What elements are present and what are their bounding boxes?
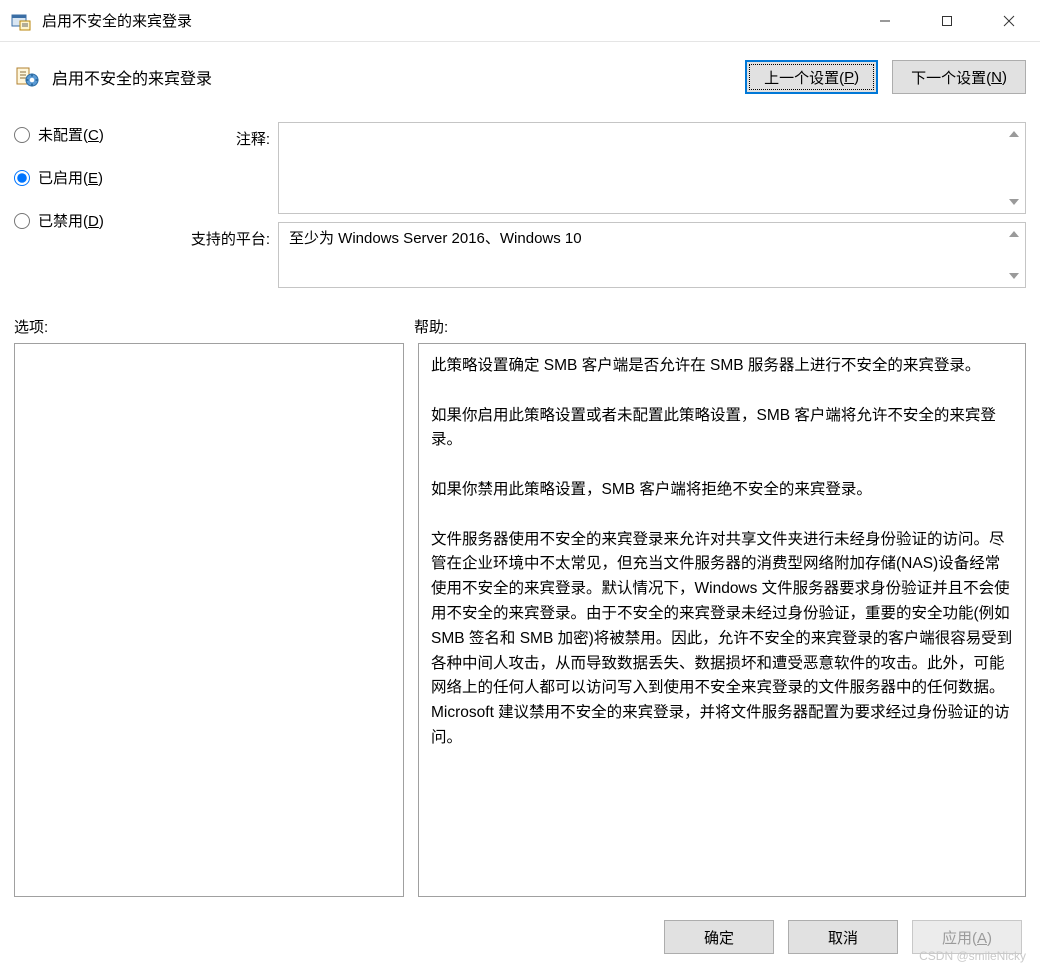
- help-panel: 此策略设置确定 SMB 客户端是否允许在 SMB 服务器上进行不安全的来宾登录。…: [418, 343, 1026, 897]
- help-label: 帮助:: [414, 316, 1026, 337]
- window-controls: [854, 0, 1040, 42]
- panel-labels: 选项: 帮助:: [14, 316, 1026, 337]
- radio-enabled[interactable]: 已启用(E): [14, 167, 154, 188]
- scroll-down-icon[interactable]: [1005, 267, 1023, 285]
- panels: 此策略设置确定 SMB 客户端是否允许在 SMB 服务器上进行不安全的来宾登录。…: [14, 343, 1026, 897]
- radio-disabled[interactable]: 已禁用(D): [14, 210, 154, 231]
- help-content: 此策略设置确定 SMB 客户端是否允许在 SMB 服务器上进行不安全的来宾登录。…: [431, 357, 1014, 746]
- radio-disabled-input[interactable]: [14, 213, 30, 229]
- scroll-down-icon[interactable]: [1005, 193, 1023, 211]
- minimize-button[interactable]: [854, 0, 916, 42]
- scroll-up-icon[interactable]: [1005, 125, 1023, 143]
- policy-icon: [14, 65, 42, 89]
- dialog-button-row: 确定 取消 应用(A) CSDN @smileNicky: [0, 907, 1040, 967]
- supported-value: 至少为 Windows Server 2016、Windows 10: [289, 230, 582, 247]
- configuration-area: 未配置(C) 已启用(E) 已禁用(D) 注释: 支持的平: [14, 122, 1026, 296]
- options-label: 选项:: [14, 316, 414, 337]
- radio-enabled-input[interactable]: [14, 170, 30, 186]
- comment-label: 注释:: [162, 122, 270, 149]
- comment-field[interactable]: [278, 122, 1026, 214]
- close-button[interactable]: [978, 0, 1040, 42]
- options-panel: [14, 343, 404, 897]
- radio-not-configured[interactable]: 未配置(C): [14, 124, 154, 145]
- apply-button[interactable]: 应用(A): [912, 920, 1022, 954]
- cancel-button[interactable]: 取消: [788, 920, 898, 954]
- comment-scroll: [1005, 125, 1023, 211]
- state-radio-group: 未配置(C) 已启用(E) 已禁用(D): [14, 122, 154, 231]
- window-title: 启用不安全的来宾登录: [42, 10, 192, 31]
- next-setting-button[interactable]: 下一个设置(N): [892, 60, 1026, 94]
- radio-not-configured-input[interactable]: [14, 127, 30, 143]
- content-area: 启用不安全的来宾登录 上一个设置(P) 下一个设置(N) 未配置(C) 已启用(…: [0, 42, 1040, 907]
- supported-field: 至少为 Windows Server 2016、Windows 10: [278, 222, 1026, 288]
- supported-scroll: [1005, 225, 1023, 285]
- maximize-button[interactable]: [916, 0, 978, 42]
- supported-label: 支持的平台:: [162, 222, 270, 249]
- policy-header: 启用不安全的来宾登录 上一个设置(P) 下一个设置(N): [14, 60, 1026, 94]
- titlebar: 启用不安全的来宾登录: [0, 0, 1040, 42]
- scroll-up-icon[interactable]: [1005, 225, 1023, 243]
- policy-editor-window: 启用不安全的来宾登录: [0, 0, 1040, 967]
- titlebar-icon: [10, 10, 32, 32]
- ok-button[interactable]: 确定: [664, 920, 774, 954]
- policy-title: 启用不安全的来宾登录: [52, 65, 212, 89]
- previous-setting-button[interactable]: 上一个设置(P): [745, 60, 878, 94]
